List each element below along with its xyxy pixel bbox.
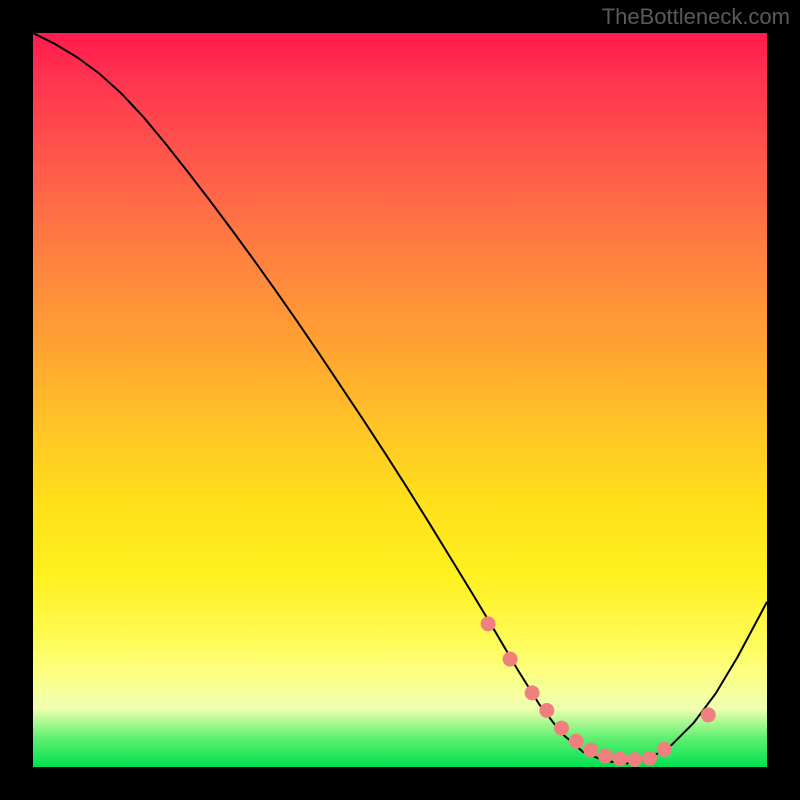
chart-marker bbox=[643, 751, 657, 765]
chart-marker bbox=[701, 708, 715, 722]
chart-plot-area bbox=[33, 33, 767, 767]
chart-svg bbox=[33, 33, 767, 767]
chart-curve bbox=[33, 33, 767, 763]
chart-marker bbox=[525, 686, 539, 700]
chart-marker bbox=[613, 752, 627, 766]
chart-marker bbox=[503, 652, 517, 666]
chart-marker bbox=[657, 742, 671, 756]
chart-marker bbox=[481, 617, 495, 631]
chart-marker bbox=[540, 703, 554, 717]
watermark-text: TheBottleneck.com bbox=[602, 4, 790, 30]
chart-marker bbox=[628, 753, 642, 767]
chart-marker bbox=[599, 749, 613, 763]
chart-marker bbox=[554, 721, 568, 735]
chart-marker bbox=[584, 743, 598, 757]
chart-marker bbox=[569, 734, 583, 748]
